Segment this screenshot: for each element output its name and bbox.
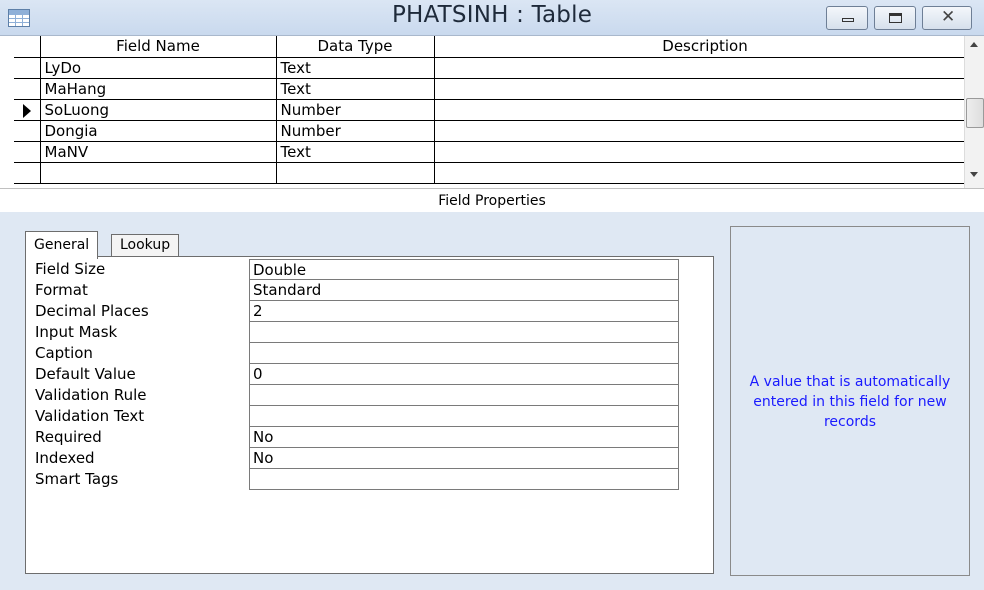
property-label: Validation Text — [35, 407, 145, 425]
field-grid: Field Name Data Type Description LyDo Te… — [0, 36, 984, 188]
row-selector[interactable] — [14, 140, 41, 163]
property-label: Required — [35, 428, 102, 446]
vertical-scrollbar[interactable] — [964, 36, 984, 188]
tab-lookup[interactable]: Lookup — [111, 234, 180, 256]
field-properties-header: Field Properties — [0, 188, 984, 212]
property-label: Indexed — [35, 449, 95, 467]
grid-header-row: Field Name Data Type Description — [14, 36, 977, 58]
description-header: Description — [433, 36, 977, 58]
scroll-down-icon[interactable] — [970, 172, 978, 177]
table-row[interactable]: LyDo Text — [14, 56, 977, 79]
property-row-input-mask[interactable]: Input Mask — [26, 322, 715, 343]
row-selector[interactable] — [14, 77, 41, 100]
property-row-indexed[interactable]: Indexed No — [26, 448, 715, 469]
description-cell[interactable] — [433, 161, 977, 184]
property-value-field[interactable]: No — [249, 448, 679, 469]
row-selector[interactable] — [14, 56, 41, 79]
minimize-icon — [842, 18, 854, 22]
property-value-field[interactable]: Double — [249, 259, 679, 280]
row-selector[interactable] — [14, 119, 41, 142]
description-cell[interactable] — [433, 56, 977, 79]
property-row-default-value[interactable]: Default Value 0 — [26, 364, 715, 385]
data-type-header: Data Type — [275, 36, 435, 58]
property-help-box: A value that is automatically entered in… — [730, 226, 970, 576]
data-type-cell[interactable]: Number — [275, 98, 435, 121]
field-name-cell[interactable]: LyDo — [39, 56, 277, 79]
tab-general[interactable]: General — [25, 231, 99, 259]
property-value-field[interactable]: 2 — [249, 301, 679, 322]
property-value-field[interactable] — [249, 469, 679, 490]
current-row-arrow-icon — [23, 103, 31, 118]
property-value-field[interactable]: Standard — [249, 280, 679, 301]
property-value-field[interactable]: No — [249, 427, 679, 448]
property-value-field[interactable] — [249, 322, 679, 343]
general-tab-panel: Field Size Double Format Standard Decima… — [25, 256, 714, 574]
row-selector[interactable] — [14, 161, 41, 184]
property-label: Input Mask — [35, 323, 118, 341]
property-value-field[interactable]: 0 — [249, 364, 679, 385]
maximize-icon — [889, 13, 902, 23]
property-help-text: A value that is automatically entered in… — [749, 374, 951, 430]
property-label: Field Size — [35, 260, 106, 278]
property-label: Validation Rule — [35, 386, 147, 404]
data-type-cell[interactable] — [275, 161, 435, 184]
close-button[interactable]: ✕ — [922, 6, 972, 30]
maximize-button[interactable] — [874, 6, 916, 30]
property-row-caption[interactable]: Caption — [26, 343, 715, 364]
scroll-up-icon[interactable] — [970, 42, 978, 47]
minimize-button[interactable] — [826, 6, 868, 30]
field-name-cell[interactable]: SoLuong — [39, 98, 277, 121]
title-bar[interactable]: PHATSINH : Table ✕ — [0, 0, 984, 36]
table-row[interactable] — [14, 161, 977, 184]
description-cell[interactable] — [433, 140, 977, 163]
property-label: Smart Tags — [35, 470, 119, 488]
property-value-field[interactable] — [249, 385, 679, 406]
data-type-cell[interactable]: Text — [275, 56, 435, 79]
field-grid-table: Field Name Data Type Description LyDo Te… — [14, 36, 977, 184]
description-cell[interactable] — [433, 119, 977, 142]
field-properties-pane: General Lookup Field Size Double Format … — [0, 212, 984, 590]
data-type-cell[interactable]: Text — [275, 140, 435, 163]
row-selector[interactable] — [14, 98, 41, 121]
data-type-cell[interactable]: Text — [275, 77, 435, 100]
scroll-thumb[interactable] — [966, 98, 984, 128]
row-selector-header — [14, 36, 41, 58]
property-row-format[interactable]: Format Standard — [26, 280, 715, 301]
property-label: Default Value — [35, 365, 136, 383]
property-row-validation-rule[interactable]: Validation Rule — [26, 385, 715, 406]
table-row[interactable]: MaHang Text — [14, 77, 977, 100]
property-value-field[interactable] — [249, 406, 679, 427]
field-name-cell[interactable]: Dongia — [39, 119, 277, 142]
description-cell[interactable] — [433, 98, 977, 121]
description-cell[interactable] — [433, 77, 977, 100]
property-row-decimal-places[interactable]: Decimal Places 2 — [26, 301, 715, 322]
property-label: Format — [35, 281, 88, 299]
field-name-cell[interactable] — [39, 161, 277, 184]
property-row-validation-text[interactable]: Validation Text — [26, 406, 715, 427]
property-row-field-size[interactable]: Field Size Double — [26, 259, 715, 280]
field-name-cell[interactable]: MaHang — [39, 77, 277, 100]
property-row-required[interactable]: Required No — [26, 427, 715, 448]
property-value-field[interactable] — [249, 343, 679, 364]
close-icon: ✕ — [941, 7, 956, 27]
property-row-smart-tags[interactable]: Smart Tags — [26, 469, 715, 490]
table-row[interactable]: Dongia Number — [14, 119, 977, 142]
field-name-cell[interactable]: MaNV — [39, 140, 277, 163]
table-row-selected[interactable]: SoLuong Number — [14, 98, 977, 121]
table-row[interactable]: MaNV Text — [14, 140, 977, 163]
data-type-cell[interactable]: Number — [275, 119, 435, 142]
property-label: Decimal Places — [35, 302, 149, 320]
property-label: Caption — [35, 344, 93, 362]
field-name-header: Field Name — [39, 36, 277, 58]
